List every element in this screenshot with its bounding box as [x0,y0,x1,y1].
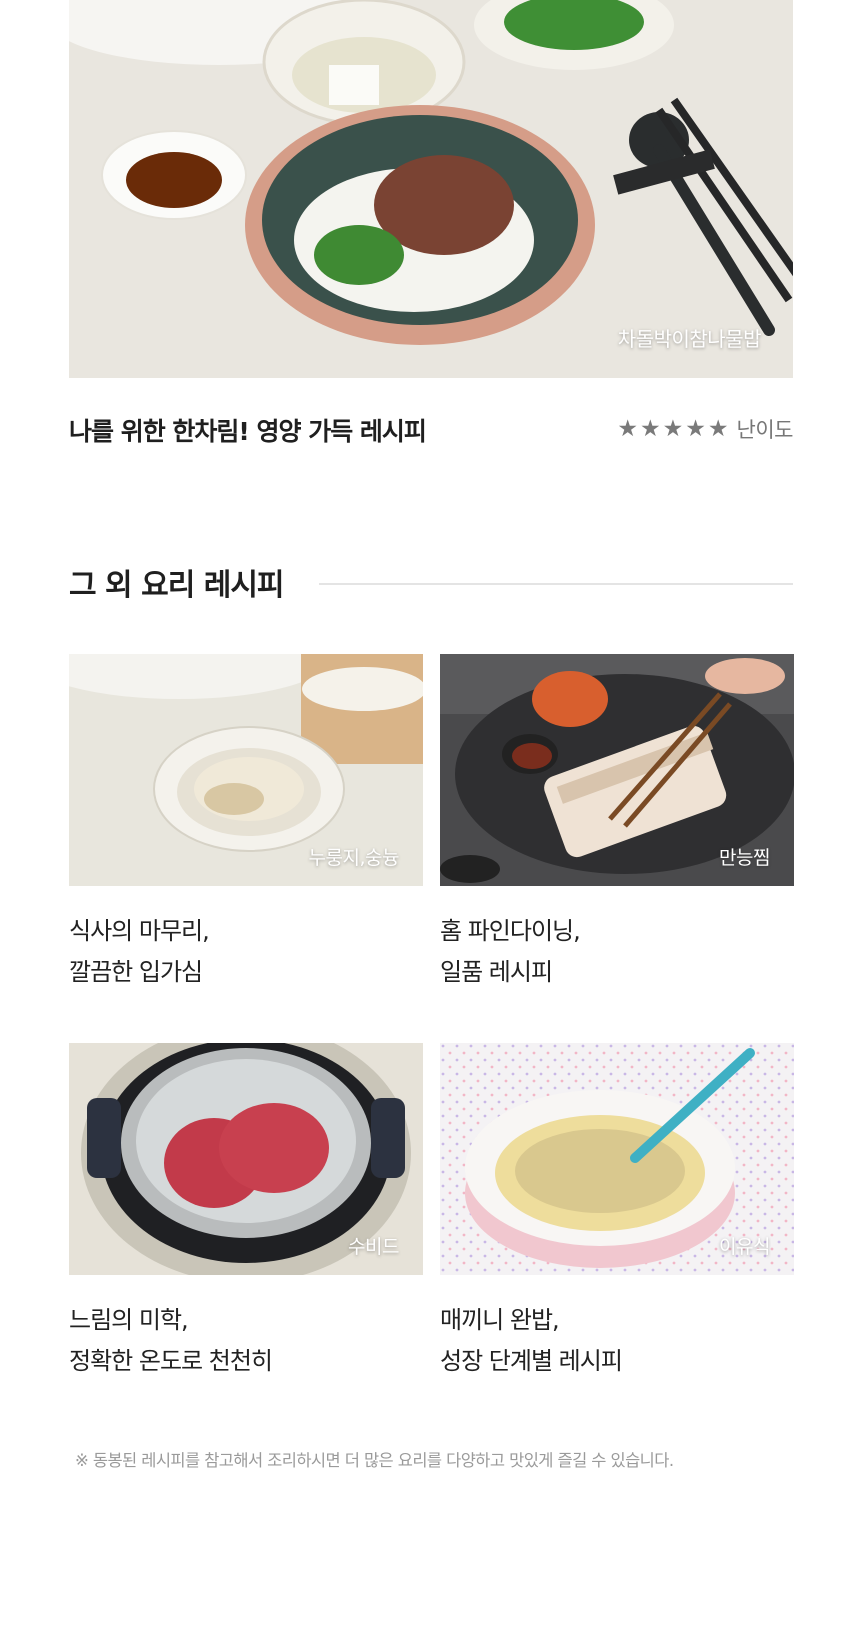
hero-photo-label: 차돌박이참나물밥 [617,327,762,351]
recipe-description-line: 정확한 온도로 천천히 [69,1347,273,1375]
hero-caption: 나를 위한 한차림! 영양 가득 레시피 ★ ★ ★ ★ ★ 난이도 [69,410,794,450]
recipe-description-line: 식사의 마무리, [69,917,210,945]
recipe-photo-label: 만능찜 [719,847,770,869]
section-title: 그 외 요리 레시피 [69,568,285,603]
hero-photo: 차돌박이참나물밥 [69,0,793,378]
recipe-description: 식사의 마무리, 깔끔한 입가심 [69,911,210,993]
recipe-description-line: 성장 단계별 레시피 [440,1347,623,1375]
recipe-card-photo[interactable]: 누룽지,숭늉 [69,654,423,886]
recipe-description-line: 홈 파인다이닝, [440,917,581,945]
recipe-photo-label: 이유식 [719,1236,770,1258]
star-icon: ★ [640,415,661,442]
recipe-description-line: 느림의 미학, [69,1306,189,1334]
recipe-description-line: 매끼니 완밥, [440,1306,560,1334]
star-icon: ★ [662,415,684,442]
recipe-photo-label: 누룽지,숭늉 [308,847,400,869]
recipe-card-photo[interactable]: 만능찜 [440,654,794,886]
section-header: 그 외 요리 레시피 [69,560,793,604]
star-icon: ★ [707,415,729,442]
hero-photo-image [69,0,793,378]
star-icon: ★ [685,415,706,442]
recipe-description: 홈 파인다이닝, 일품 레시피 [440,911,581,993]
hero-title: 나를 위한 한차림! 영양 가득 레시피 [69,417,427,446]
recipe-card-photo[interactable]: 수비드 [69,1043,423,1275]
recipe-description: 매끼니 완밥, 성장 단계별 레시피 [440,1300,623,1382]
recipe-photo-label: 수비드 [348,1236,399,1258]
difficulty-label: 난이도 [736,418,794,442]
recipe-card-photo[interactable]: 이유식 [440,1043,794,1275]
star-rating: ★ ★ ★ ★ ★ [617,415,729,442]
star-icon: ★ [617,415,639,442]
recipe-description: 느림의 미학, 정확한 온도로 천천히 [69,1300,273,1382]
section-divider [319,583,793,585]
footnote: ※ 동봉된 레시피를 참고해서 조리하시면 더 많은 요리를 다양하고 맛있게 … [75,1451,674,1470]
difficulty-rating: ★ ★ ★ ★ ★ 난이도 [617,414,793,444]
recipe-description-line: 일품 레시피 [440,958,553,986]
recipe-description-line: 깔끔한 입가심 [69,958,203,986]
